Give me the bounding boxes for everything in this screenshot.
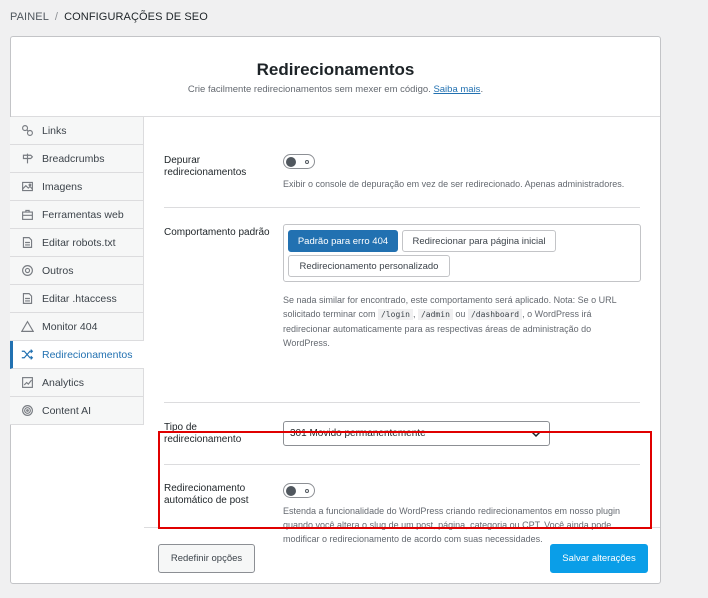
document-icon: [20, 292, 34, 306]
code-admin: /admin: [417, 309, 453, 320]
save-changes-button[interactable]: Salvar alterações: [550, 544, 648, 573]
option-custom-redirection[interactable]: Redirecionamento personalizado: [288, 255, 450, 277]
debug-toggle[interactable]: [283, 154, 315, 169]
sidebar-item-content-ai[interactable]: Content AI: [10, 397, 143, 425]
learn-more-link[interactable]: Saiba mais: [433, 84, 480, 95]
sidebar-item-label: Analytics: [42, 376, 85, 389]
divider: [164, 402, 640, 403]
subtitle-period: .: [480, 84, 484, 95]
toggle-knob: [286, 156, 296, 167]
divider: [164, 207, 640, 208]
chart-icon: [20, 376, 34, 390]
fallback-options: Padrão para erro 404 Redirecionar para p…: [283, 224, 641, 282]
reset-options-button[interactable]: Redefinir opções: [158, 544, 255, 573]
sidebar-item-breadcrumbs[interactable]: Breadcrumbs: [10, 145, 143, 173]
sidebar-item-label: Breadcrumbs: [42, 152, 105, 165]
code-login: /login: [378, 309, 413, 320]
breadcrumb-separator: /: [54, 11, 59, 23]
option-default-404[interactable]: Padrão para erro 404: [288, 230, 398, 252]
sidebar-item-label: Imagens: [42, 180, 83, 193]
toggle-off-indicator: [305, 159, 309, 164]
sidebar-item-others[interactable]: Outros: [10, 257, 143, 285]
toolbox-icon: [20, 208, 34, 222]
option-redirect-homepage[interactable]: Redirecionar para página inicial: [402, 230, 556, 252]
sidebar-item-label: Outros: [42, 264, 74, 277]
fallback-label: Comportamento padrão: [164, 227, 270, 238]
sidebar: Links Breadcrumbs Imagens Ferramentas we…: [10, 117, 144, 425]
comma: ,: [412, 309, 416, 319]
sidebar-item-label: Editar .htaccess: [42, 292, 117, 305]
sidebar-item-label: Monitor 404: [42, 320, 98, 333]
sidebar-item-label: Content AI: [42, 404, 92, 417]
sidebar-item-links[interactable]: Links: [10, 117, 143, 145]
sidebar-item-htaccess[interactable]: Editar .htaccess: [10, 285, 143, 313]
shuffle-icon: [20, 348, 34, 362]
ai-icon: [20, 404, 34, 418]
page-title: Redirecionamentos: [256, 60, 415, 79]
sidebar-item-redirections[interactable]: Redirecionamentos: [10, 341, 144, 369]
sidebar-item-robots-txt[interactable]: Editar robots.txt: [10, 229, 143, 257]
images-icon: [20, 180, 34, 194]
sidebar-item-analytics[interactable]: Analytics: [10, 369, 143, 397]
code-dashboard: /dashboard: [467, 309, 523, 320]
highlight-box: [158, 431, 652, 529]
signpost-icon: [20, 152, 34, 166]
sidebar-item-404-monitor[interactable]: Monitor 404: [10, 313, 143, 341]
page-subtitle: Crie facilmente redirecionamentos sem me…: [11, 84, 660, 95]
sidebar-item-label: Ferramentas web: [42, 208, 124, 221]
panel-footer: Redefinir opções Salvar alterações: [144, 527, 660, 584]
sidebar-item-label: Editar robots.txt: [42, 236, 116, 249]
warning-icon: [20, 320, 34, 334]
debug-help: Exibir o console de depuração em vez de …: [283, 179, 625, 189]
breadcrumb: PAINEL / CONFIGURAÇÕES DE SEO: [10, 11, 208, 23]
sidebar-item-label: Links: [42, 124, 67, 137]
sidebar-item-webmaster-tools[interactable]: Ferramentas web: [10, 201, 143, 229]
link-icon: [20, 124, 34, 138]
circle-icon: [20, 264, 34, 278]
panel-header: Redirecionamentos Crie facilmente redire…: [11, 37, 660, 117]
breadcrumb-root[interactable]: PAINEL: [10, 11, 49, 23]
debug-label: Depurar redirecionamentos: [164, 155, 247, 178]
sidebar-item-images[interactable]: Imagens: [10, 173, 143, 201]
document-icon: [20, 236, 34, 250]
subtitle-text: Crie facilmente redirecionamentos sem me…: [187, 84, 431, 95]
or-text: ou: [455, 309, 466, 319]
breadcrumb-current: CONFIGURAÇÕES DE SEO: [64, 11, 208, 23]
sidebar-item-label: Redirecionamentos: [42, 348, 133, 361]
fallback-help: Se nada similar for encontrado, este com…: [283, 293, 639, 350]
